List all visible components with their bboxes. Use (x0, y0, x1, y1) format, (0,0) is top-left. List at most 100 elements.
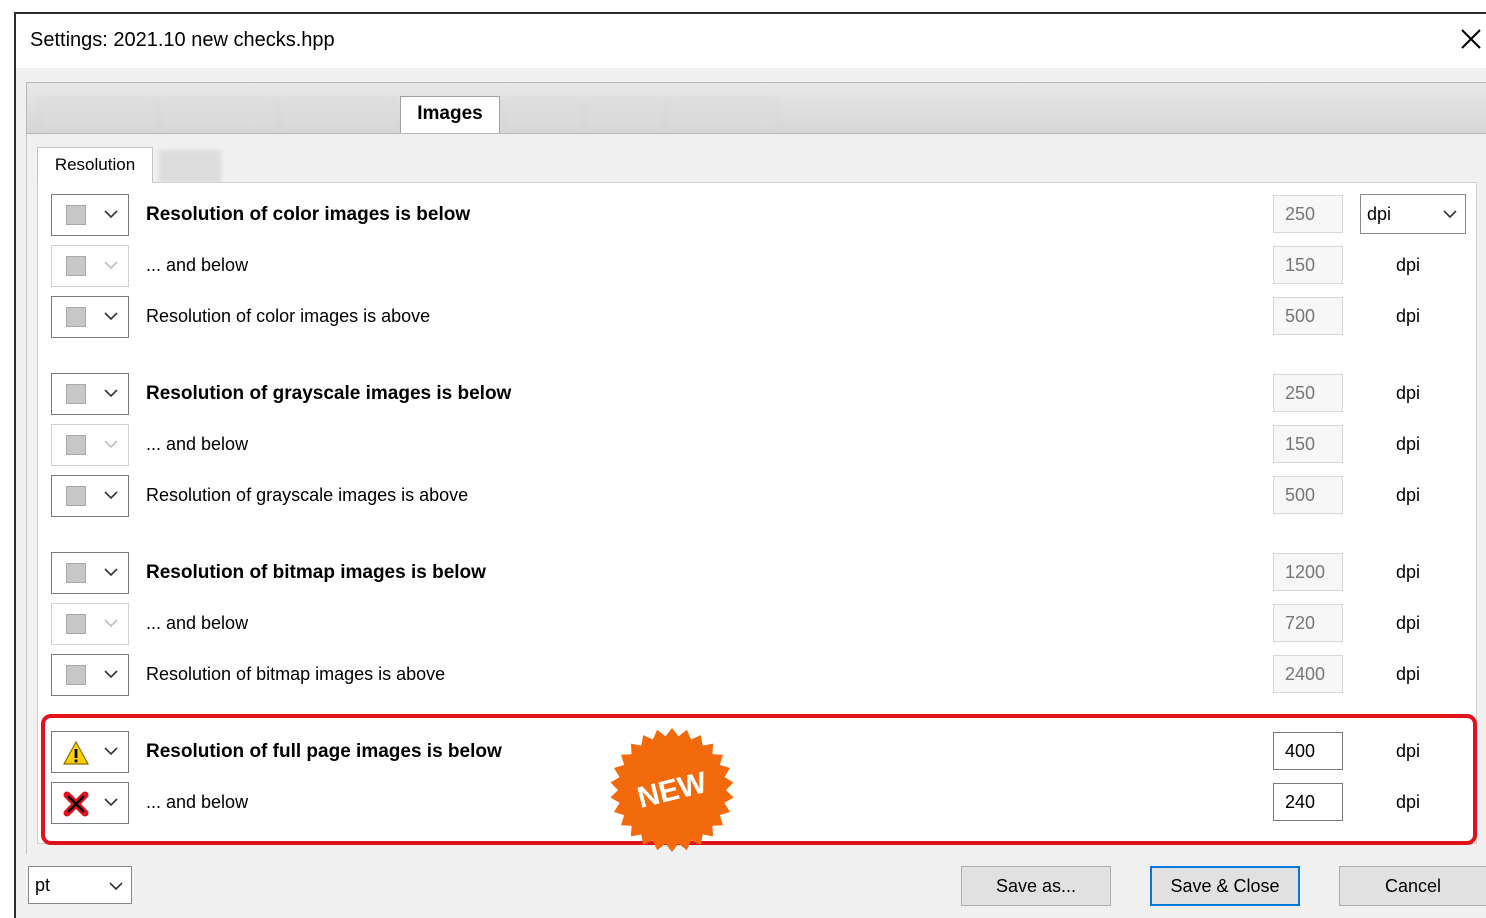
check-label: Resolution of color images is below (146, 204, 471, 225)
severity-dropdown[interactable] (51, 782, 129, 824)
tab-hidden-2[interactable] (159, 98, 277, 131)
check-row: ... and below 150 dpi (38, 245, 1476, 291)
value-input[interactable]: 720 (1273, 604, 1343, 642)
value-input[interactable]: 250 (1273, 374, 1343, 412)
tab-hidden-sub[interactable] (159, 150, 221, 183)
value-input[interactable]: 250 (1273, 195, 1343, 233)
severity-dropdown[interactable] (51, 654, 129, 696)
resolution-unit-select[interactable]: dpi (1360, 194, 1466, 234)
status-none-icon (66, 205, 86, 225)
severity-dropdown[interactable] (51, 296, 129, 338)
status-none-icon (66, 435, 86, 455)
tab-hidden-6[interactable] (667, 98, 779, 131)
title-bar: Settings: 2021.10 new checks.hpp (16, 14, 1486, 68)
severity-dropdown[interactable] (51, 373, 129, 415)
chevron-down-icon (1443, 210, 1457, 219)
cancel-button[interactable]: Cancel (1339, 866, 1486, 906)
value-input[interactable]: 150 (1273, 425, 1343, 463)
tab-hidden-1[interactable] (39, 98, 157, 131)
warning-icon (62, 740, 90, 765)
unit-label: dpi (1396, 255, 1421, 275)
chevron-down-icon (104, 312, 118, 321)
severity-dropdown[interactable] (51, 552, 129, 594)
severity-dropdown[interactable] (51, 603, 129, 645)
unit-label: dpi (1396, 741, 1421, 761)
chevron-down-icon (104, 491, 118, 500)
check-row: Resolution of bitmap images is above 2400… (38, 654, 1476, 700)
chevron-down-icon (104, 440, 118, 449)
save-close-button[interactable]: Save & Close (1150, 866, 1300, 906)
tab-images[interactable]: Images (400, 96, 500, 133)
check-row: ... and below 150 dpi (38, 424, 1476, 470)
check-label: Resolution of color images is above (146, 306, 431, 326)
unit-label: dpi (1396, 613, 1421, 633)
tab-hidden-5[interactable] (585, 98, 665, 131)
window-title: Settings: 2021.10 new checks.hpp (30, 29, 335, 51)
status-none-icon (66, 256, 86, 276)
check-row: Resolution of bitmap images is below 1200… (38, 552, 1476, 598)
check-label: ... and below (146, 434, 249, 454)
chevron-down-icon (104, 261, 118, 270)
tab-hidden-3[interactable] (279, 98, 397, 131)
value-input[interactable]: 500 (1273, 476, 1343, 514)
check-label: ... and below (146, 792, 249, 812)
status-none-icon (66, 307, 86, 327)
close-icon[interactable] (1458, 26, 1484, 52)
check-label: ... and below (146, 613, 249, 633)
unit-label: dpi (1396, 664, 1421, 684)
status-none-icon (66, 614, 86, 634)
check-row: Resolution of grayscale images is below 2… (38, 373, 1476, 419)
unit-select-value: pt (35, 875, 51, 895)
check-label: ... and below (146, 255, 249, 275)
chevron-down-icon (104, 747, 118, 756)
unit-label: dpi (1396, 306, 1421, 326)
unit-label: dpi (1396, 562, 1421, 582)
check-label: Resolution of grayscale images is below (146, 383, 512, 404)
tab-resolution[interactable]: Resolution (37, 147, 153, 183)
unit-label: dpi (1396, 434, 1421, 454)
status-none-icon (66, 665, 86, 685)
tab-hidden-4[interactable] (503, 98, 583, 131)
resolution-unit-value: dpi (1367, 204, 1392, 224)
images-panel: Resolution NEW Resolution of color image… (26, 134, 1486, 854)
error-icon (63, 791, 89, 817)
check-label: Resolution of grayscale images is above (146, 485, 469, 505)
chevron-down-icon (104, 619, 118, 628)
value-input[interactable]: 500 (1273, 297, 1343, 335)
value-input[interactable]: 150 (1273, 246, 1343, 284)
check-row: ... and below 720 dpi (38, 603, 1476, 649)
status-none-icon (66, 563, 86, 583)
main-tab-bar: Images (26, 82, 1486, 134)
chevron-down-icon (104, 568, 118, 577)
chevron-down-icon (104, 670, 118, 679)
check-label: Resolution of bitmap images is above (146, 664, 446, 684)
save-as-button[interactable]: Save as... (961, 866, 1111, 906)
check-label: Resolution of full page images is below (146, 741, 502, 762)
chevron-down-icon (109, 882, 123, 891)
value-input[interactable]: 2400 (1273, 655, 1343, 693)
unit-label: dpi (1396, 485, 1421, 505)
value-input[interactable]: 400 (1273, 732, 1343, 770)
severity-dropdown[interactable] (51, 424, 129, 466)
value-input[interactable]: 1200 (1273, 553, 1343, 591)
check-row: Resolution of grayscale images is above 5… (38, 475, 1476, 521)
unit-select[interactable]: pt (28, 866, 132, 904)
severity-dropdown[interactable] (51, 194, 129, 236)
severity-dropdown[interactable] (51, 245, 129, 287)
unit-label: dpi (1396, 383, 1421, 403)
settings-dialog: Settings: 2021.10 new checks.hpp Images … (14, 12, 1486, 918)
resolution-settings: NEW Resolution of color images is below 2… (37, 182, 1477, 852)
check-row: Resolution of full page images is below 4… (38, 731, 1476, 777)
chevron-down-icon (104, 389, 118, 398)
chevron-down-icon (104, 210, 118, 219)
status-none-icon (66, 486, 86, 506)
status-none-icon (66, 384, 86, 404)
severity-dropdown[interactable] (51, 731, 129, 773)
value-input[interactable]: 240 (1273, 783, 1343, 821)
check-row: ... and below 240 dpi (38, 782, 1476, 828)
unit-label: dpi (1396, 792, 1421, 812)
severity-dropdown[interactable] (51, 475, 129, 517)
check-row: Resolution of color images is above 500 dp… (38, 296, 1476, 342)
check-row: Resolution of color images is below 250 dp… (38, 194, 1476, 240)
chevron-down-icon (104, 798, 118, 807)
